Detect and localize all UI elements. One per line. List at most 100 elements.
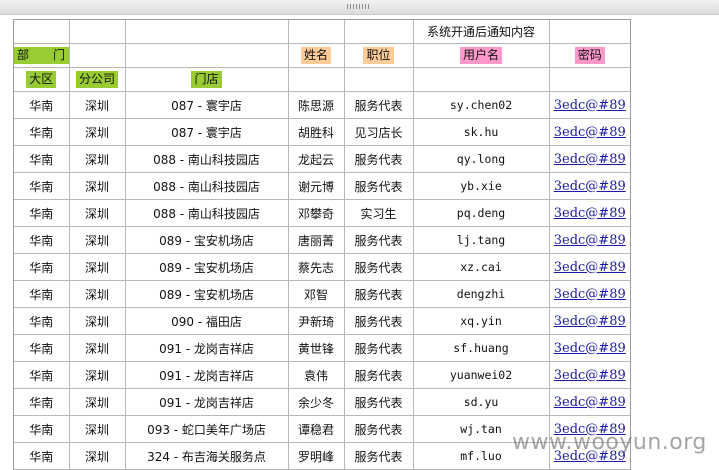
position-cell: 服务代表 — [343, 280, 414, 308]
password-link[interactable]: 3edc@#89 — [554, 152, 626, 167]
store-cell: 087 - 寰宇店 — [124, 91, 289, 119]
name-cell: 胡胜科 — [287, 118, 345, 146]
region-cell: 华南 — [14, 334, 70, 362]
password-link[interactable]: 3edc@#89 — [554, 98, 626, 113]
position-cell: 服务代表 — [343, 253, 414, 281]
store-cell: 093 - 蛇口美年广场店 — [124, 415, 289, 443]
branch-cell: 深圳 — [68, 388, 126, 416]
store-cell: 324 - 布吉海关服务点 — [124, 442, 289, 470]
region-cell: 华南 — [14, 361, 70, 389]
password-cell: 3edc@#89 — [548, 388, 630, 416]
password-link[interactable]: 3edc@#89 — [554, 368, 626, 383]
position-cell: 服务代表 — [343, 334, 414, 362]
store-cell: 089 - 宝安机场店 — [124, 226, 289, 254]
password-link[interactable]: 3edc@#89 — [554, 341, 626, 356]
name-cell: 谢元博 — [287, 172, 345, 200]
header-row-fields: 部 门 姓名 职位 用户名 密码 — [14, 43, 630, 68]
table-row: 华南 深圳 089 - 宝安机场店 唐丽菁 服务代表 lj.tang 3edc@#89 — [14, 226, 630, 254]
position-header: 职位 — [363, 47, 394, 64]
branch-cell: 深圳 — [68, 361, 126, 389]
window-top-bar — [0, 0, 719, 15]
username-cell: pq.deng — [412, 199, 550, 227]
position-cell: 服务代表 — [343, 145, 414, 173]
password-cell: 3edc@#89 — [548, 145, 630, 173]
password-cell: 3edc@#89 — [548, 91, 630, 119]
header-row-dept: 大区 分公司 门店 — [14, 67, 630, 92]
password-cell: 3edc@#89 — [548, 172, 630, 200]
password-cell: 3edc@#89 — [548, 307, 630, 335]
branch-cell: 深圳 — [68, 334, 126, 362]
password-link[interactable]: 3edc@#89 — [554, 260, 626, 275]
table-row: 华南 深圳 088 - 南山科技园店 谢元博 服务代表 yb.xie 3edc@#89 — [14, 172, 630, 200]
store-cell: 088 - 南山科技园店 — [124, 172, 289, 200]
password-link[interactable]: 3edc@#89 — [554, 206, 626, 221]
name-cell: 龙起云 — [287, 145, 345, 173]
name-cell: 陈思源 — [287, 91, 345, 119]
table-row: 华南 深圳 091 - 龙岗吉祥店 袁伟 服务代表 yuanwei02 3edc@#89 — [14, 361, 630, 389]
position-cell: 服务代表 — [343, 442, 414, 470]
table-row: 华南 深圳 089 - 宝安机场店 邓智 服务代表 dengzhi 3edc@#89 — [14, 280, 630, 308]
header-row-notify: 系统开通后通知内容 — [14, 20, 630, 44]
username-cell: xq.yin — [412, 307, 550, 335]
region-cell: 华南 — [14, 145, 70, 173]
position-cell: 服务代表 — [343, 307, 414, 335]
name-cell: 黄世锋 — [287, 334, 345, 362]
table-row: 华南 深圳 088 - 南山科技园店 邓攀奇 实习生 pq.deng 3edc@#89 — [14, 199, 630, 227]
region-cell: 华南 — [14, 280, 70, 308]
region-cell: 华南 — [14, 199, 70, 227]
password-link[interactable]: 3edc@#89 — [554, 233, 626, 248]
password-link[interactable]: 3edc@#89 — [554, 125, 626, 140]
password-link[interactable]: 3edc@#89 — [554, 179, 626, 194]
store-cell: 087 - 寰宇店 — [124, 118, 289, 146]
username-header: 用户名 — [459, 47, 502, 64]
name-cell: 罗明峰 — [287, 442, 345, 470]
password-cell: 3edc@#89 — [548, 280, 630, 308]
username-cell: dengzhi — [412, 280, 550, 308]
region-cell: 华南 — [14, 118, 70, 146]
branch-cell: 深圳 — [68, 307, 126, 335]
password-header: 密码 — [574, 47, 605, 64]
branch-cell: 深圳 — [68, 172, 126, 200]
store-cell: 091 - 龙岗吉祥店 — [124, 388, 289, 416]
store-cell: 089 - 宝安机场店 — [124, 280, 289, 308]
position-cell: 服务代表 — [343, 226, 414, 254]
resize-grip-icon[interactable] — [347, 4, 371, 9]
branch-cell: 深圳 — [68, 415, 126, 443]
username-cell: qy.long — [412, 145, 550, 173]
username-cell: xz.cai — [412, 253, 550, 281]
store-cell: 091 - 龙岗吉祥店 — [124, 361, 289, 389]
position-cell: 服务代表 — [343, 172, 414, 200]
password-cell: 3edc@#89 — [548, 226, 630, 254]
branch-cell: 深圳 — [68, 226, 126, 254]
table-row: 华南 深圳 087 - 寰宇店 陈思源 服务代表 sy.chen02 3edc@#89 — [14, 91, 630, 119]
name-cell: 蔡先志 — [287, 253, 345, 281]
name-cell: 唐丽菁 — [287, 226, 345, 254]
region-cell: 华南 — [14, 388, 70, 416]
username-cell: sy.chen02 — [412, 91, 550, 119]
password-link[interactable]: 3edc@#89 — [554, 287, 626, 302]
password-link[interactable]: 3edc@#89 — [554, 314, 626, 329]
store-header: 门店 — [191, 71, 222, 88]
name-header: 姓名 — [300, 47, 331, 64]
username-cell: lj.tang — [412, 226, 550, 254]
position-cell: 服务代表 — [343, 388, 414, 416]
name-cell: 邓攀奇 — [287, 199, 345, 227]
password-link[interactable]: 3edc@#89 — [554, 395, 626, 410]
region-cell: 华南 — [14, 226, 70, 254]
branch-cell: 深圳 — [68, 145, 126, 173]
table-row: 华南 深圳 090 - 福田店 尹新琦 服务代表 xq.yin 3edc@#89 — [14, 307, 630, 335]
position-cell: 服务代表 — [343, 361, 414, 389]
dept-header: 部 门 — [14, 47, 68, 64]
branch-cell: 深圳 — [68, 253, 126, 281]
table-row: 华南 深圳 087 - 寰宇店 胡胜科 见习店长 sk.hu 3edc@#89 — [14, 118, 630, 146]
account-table: 系统开通后通知内容 部 门 姓名 职位 用户名 密码 大区 分公司 门店 华南深… — [14, 20, 630, 470]
branch-header: 分公司 — [75, 71, 118, 88]
name-cell: 尹新琦 — [287, 307, 345, 335]
region-cell: 华南 — [14, 415, 70, 443]
username-cell: yb.xie — [412, 172, 550, 200]
region-cell: 华南 — [14, 307, 70, 335]
password-cell: 3edc@#89 — [548, 118, 630, 146]
table-row: 华南 深圳 091 - 龙岗吉祥店 黄世锋 服务代表 sf.huang 3edc@#89 — [14, 334, 630, 362]
branch-cell: 深圳 — [68, 91, 126, 119]
branch-cell: 深圳 — [68, 199, 126, 227]
